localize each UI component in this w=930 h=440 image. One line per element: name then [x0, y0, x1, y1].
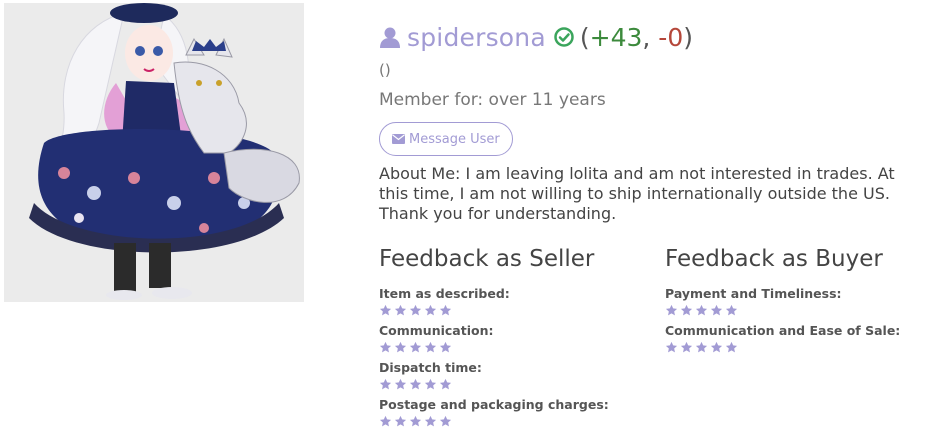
star-icon [379, 304, 392, 316]
star-icon [439, 304, 452, 316]
star-icon [710, 341, 723, 353]
star-icon [680, 341, 693, 353]
score-close: ) [683, 22, 693, 52]
star-icon [439, 415, 452, 427]
username-link[interactable]: spidersona [407, 23, 546, 52]
score-open: ( [579, 22, 590, 52]
seller-rating-label: Postage and packaging charges: [379, 397, 609, 412]
user-icon [380, 27, 400, 48]
star-icon [394, 341, 407, 353]
buyer-rating-item: Communication and Ease of Sale: [665, 323, 900, 356]
seller-rating-item: Postage and packaging charges: [379, 397, 609, 430]
star-icon [394, 415, 407, 427]
message-user-button[interactable]: Message User [379, 122, 513, 156]
profile-location: () [379, 61, 391, 79]
avatar-illustration [4, 3, 304, 302]
star-icon [379, 378, 392, 390]
profile-info: spidersona (+43, -0) () Member for: over… [379, 20, 924, 224]
buyer-rating-label: Communication and Ease of Sale: [665, 323, 901, 338]
star-icon [695, 341, 708, 353]
star-icon [424, 415, 437, 427]
seller-rating-label: Item as described: [379, 286, 510, 301]
star-icon [409, 304, 422, 316]
star-icon [424, 378, 437, 390]
star-icon [725, 341, 738, 353]
star-icon [409, 341, 422, 353]
buyer-star-rating [665, 302, 900, 319]
seller-star-rating [379, 376, 609, 393]
seller-rating-item: Dispatch time: [379, 360, 609, 393]
score-negative: -0 [658, 22, 684, 52]
star-icon [379, 341, 392, 353]
star-icon [424, 304, 437, 316]
star-icon [439, 341, 452, 353]
check-circle-icon [554, 27, 574, 47]
score-positive: +43 [589, 22, 643, 52]
star-icon [409, 378, 422, 390]
buyer-rating-label: Payment and Timeliness: [665, 286, 842, 301]
about-me-text: About Me: I am leaving lolita and am not… [379, 164, 895, 223]
seller-rating-label: Dispatch time: [379, 360, 482, 375]
feedback-score: (+43, -0) [580, 23, 693, 52]
star-icon [680, 304, 693, 316]
star-icon [394, 378, 407, 390]
seller-star-rating [379, 413, 609, 430]
star-icon [725, 304, 738, 316]
star-icon [665, 304, 678, 316]
profile-header: spidersona (+43, -0) [379, 20, 924, 54]
seller-star-rating [379, 302, 609, 319]
buyer-star-rating [665, 339, 900, 356]
buyer-rating-item: Payment and Timeliness: [665, 286, 900, 319]
star-icon [695, 304, 708, 316]
star-icon [394, 304, 407, 316]
seller-star-rating [379, 339, 609, 356]
star-icon [439, 378, 452, 390]
seller-feedback-title: Feedback as Seller [379, 246, 595, 272]
seller-feedback: Feedback as Seller Item as described: Com… [379, 244, 609, 434]
star-icon [710, 304, 723, 316]
envelope-icon [392, 134, 405, 144]
buyer-feedback-title: Feedback as Buyer [665, 246, 883, 272]
star-icon [665, 341, 678, 353]
seller-rating-item: Item as described: [379, 286, 609, 319]
star-icon [379, 415, 392, 427]
score-separator: , [642, 22, 659, 52]
message-user-label: Message User [409, 131, 500, 147]
star-icon [424, 341, 437, 353]
seller-rating-label: Communication: [379, 323, 494, 338]
seller-rating-item: Communication: [379, 323, 609, 356]
star-icon [409, 415, 422, 427]
buyer-feedback: Feedback as Buyer Payment and Timeliness… [665, 244, 900, 360]
member-since: Member for: over 11 years [379, 90, 606, 110]
profile-avatar [4, 3, 304, 302]
